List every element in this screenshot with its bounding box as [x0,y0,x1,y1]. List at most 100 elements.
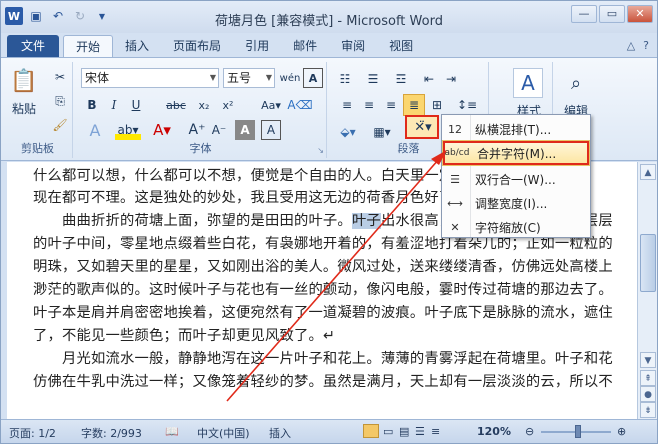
bullets-icon[interactable]: ☷ [333,70,357,88]
paste-icon[interactable]: 📋 [9,64,39,98]
window-controls: — ▭ ✕ [571,5,653,23]
web-layout-view-icon[interactable]: ▤ [399,425,409,438]
tab-home[interactable]: 开始 [63,35,114,57]
clipboard-group-label: 剪贴板 [21,142,54,155]
borders-icon[interactable]: ▦▾ [369,122,395,142]
strikethrough-icon[interactable]: abc [163,96,189,114]
underline-icon[interactable]: U [127,96,145,114]
multilevel-list-icon[interactable]: ☲ [389,70,413,88]
help-icon[interactable]: ? [643,39,649,52]
highlight-color-icon[interactable]: ab▾ [115,120,141,140]
shrink-font-icon[interactable]: A⁻ [209,120,229,140]
font-color-icon[interactable]: A▾ [149,120,175,140]
previous-page-icon[interactable]: ⇞ [640,370,656,386]
superscript-icon[interactable]: x² [217,96,239,114]
decrease-indent-icon[interactable]: ⇤ [419,70,439,88]
binoculars-icon[interactable]: ⌕ [561,68,591,98]
menu-item-label: 纵横混排(T)... [475,122,552,137]
scroll-thumb[interactable] [640,234,656,292]
distributed-icon[interactable]: ⊞ [427,96,447,114]
menu-item-character-scaling[interactable]: ✕ 字符缩放(C) [443,215,589,239]
character-border-icon[interactable]: A [261,120,281,140]
italic-icon[interactable]: I [105,96,123,114]
scroll-down-icon[interactable]: ▼ [640,352,656,368]
bold-icon[interactable]: B [83,96,101,114]
zoom-in-icon[interactable]: ⊕ [617,425,626,438]
text-effects-icon[interactable]: A [83,120,107,140]
subscript-icon[interactable]: x₂ [193,96,215,114]
paste-button[interactable]: 粘贴 [7,100,41,116]
zoom-out-icon[interactable]: ⊖ [525,425,534,438]
menu-item-two-lines-in-one[interactable]: ☰ 双行合一(W)... [443,167,589,191]
minimize-ribbon-icon[interactable]: △ [627,39,635,52]
fit-text-icon: ⟷ [447,196,463,210]
font-group-label: 字体 [189,142,212,155]
shading-icon[interactable]: ⬙▾ [335,122,361,142]
scroll-up-icon[interactable]: ▲ [640,164,656,180]
tab-references[interactable]: 引用 [233,35,281,57]
full-screen-view-icon[interactable]: ▭ [383,425,393,438]
language-indicator[interactable]: 中文(中国) [197,425,250,441]
zoom-level[interactable]: 120% [477,425,511,438]
print-layout-view-icon[interactable] [363,424,379,438]
asian-layout-button[interactable]: ✕̈▾ [405,115,439,139]
numbering-icon[interactable]: ☰ [361,70,385,88]
font-name-combo[interactable]: 宋体 ▼ [81,68,219,88]
doc-line-start: 曲曲折折的荷塘上面，弥望的是田田的叶子。 [33,213,352,229]
doc-line: 了，不能见一些颜色；而叶子却更见风致了。↵ [33,328,336,344]
ribbon-tabs: 文件 开始 插入 页面布局 引用 邮件 审阅 视图 [1,33,657,57]
clear-formatting-icon[interactable]: A⌫ [287,96,312,114]
tab-page-layout[interactable]: 页面布局 [161,35,233,57]
character-shading-icon[interactable]: A [235,120,255,140]
tab-view[interactable]: 视图 [377,35,425,57]
title-bar: W ▣ ↶ ↻ ▼ 荷塘月色 [兼容模式] - Microsoft Word —… [1,1,657,33]
selected-text: 叶子 [351,213,381,229]
styles-icon[interactable]: A [513,68,543,98]
proofing-icon[interactable]: 📖 [165,425,179,438]
zoom-slider-thumb[interactable] [575,425,581,438]
tab-mailings[interactable]: 邮件 [281,35,329,57]
font-size-combo[interactable]: 五号 ▼ [223,68,275,88]
vertical-scrollbar[interactable]: ▲ ▼ ⇞ ● ⇟ [637,162,657,419]
character-scaling-icon: ✕ [450,220,460,234]
minimize-button[interactable]: — [571,5,597,23]
doc-line: 月光如流水一般，静静地泻在这一片叶子和花上。薄薄的青雾浮起在荷塘里。叶子和花 [33,351,613,367]
close-button[interactable]: ✕ [627,5,653,23]
menu-item-fit-text[interactable]: ⟷ 调整宽度(I)... [443,191,589,215]
page-count[interactable]: 页面: 1/2 [9,425,56,441]
menu-item-vertical-in-horizontal[interactable]: 12 纵横混排(T)... [443,117,589,141]
format-painter-icon[interactable]: 🖌 [51,116,69,134]
change-case-icon[interactable]: Aa▾ [259,96,283,114]
clipboard-group: 📋 粘贴 ✂ ⎘ 🖌 剪贴板 [3,62,73,158]
next-page-icon[interactable]: ⇟ [640,402,656,418]
combine-characters-icon: ab/cd [444,148,470,158]
align-right-icon[interactable]: ≡ [381,96,401,114]
increase-indent-icon[interactable]: ⇥ [441,70,461,88]
draft-view-icon[interactable]: ≡ [431,425,440,438]
copy-icon[interactable]: ⎘ [51,92,69,110]
word-window: W ▣ ↶ ↻ ▼ 荷塘月色 [兼容模式] - Microsoft Word —… [0,0,658,444]
cut-icon[interactable]: ✂ [51,68,69,86]
justify-icon[interactable]: ≣ [403,94,425,116]
tab-file[interactable]: 文件 [7,35,60,57]
align-center-icon[interactable]: ≡ [359,96,379,114]
font-dialog-launcher-icon[interactable]: ↘ [317,146,324,155]
enclose-characters-icon[interactable]: A [303,68,323,88]
browse-object-icon[interactable]: ● [640,386,656,402]
font-group: 宋体 ▼ 五号 ▼ wén A B I U abc x₂ x² Aa▾ A⌫ A a… [75,62,327,158]
asian-layout-menu: 12 纵横混排(T)... ab/cd 合并字符(M)... ☰ 双行合一(W)...… [441,114,591,238]
word-count[interactable]: 字数: 2/993 [81,425,142,441]
line-spacing-icon[interactable]: ↕≡ [453,96,481,114]
insert-mode[interactable]: 插入 [269,425,291,441]
menu-item-combine-characters[interactable]: ab/cd 合并字符(M)... [442,140,590,166]
menu-item-label: 字符缩放(C) [475,220,541,235]
tab-insert[interactable]: 插入 [113,35,161,57]
phonetic-guide-icon[interactable]: wén [279,68,301,88]
outline-view-icon[interactable]: ☰ [415,425,425,438]
tab-review[interactable]: 审阅 [329,35,377,57]
grow-font-icon[interactable]: A⁺ [187,120,207,140]
align-left-icon[interactable]: ≡ [337,96,357,114]
maximize-button[interactable]: ▭ [599,5,625,23]
status-bar: 页面: 1/2 字数: 2/993 📖 中文(中国) 插入 ▭ ▤ ☰ ≡ 12… [1,419,657,443]
ribbon-right-controls: △ ? [627,39,649,52]
